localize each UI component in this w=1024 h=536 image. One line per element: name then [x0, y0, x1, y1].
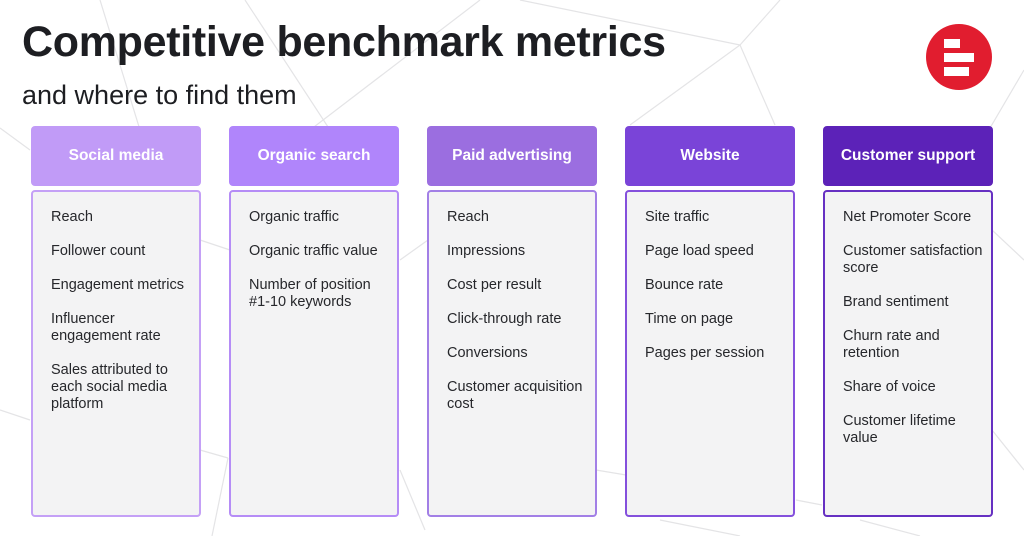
list-item: Sales attributed to each social media pl… [51, 362, 168, 412]
list-item: Bounce rate [645, 277, 724, 293]
list-item: Page load speed [645, 243, 754, 259]
list-item: Organic traffic [249, 209, 339, 225]
brand-logo-icon [926, 24, 992, 90]
list-item: Customer satisfaction score [843, 243, 983, 276]
list-item: Site traffic [645, 209, 710, 225]
list-item: Customer acquisition cost [447, 379, 583, 412]
column-body: Reach Follower count Engagement metrics … [31, 190, 201, 517]
column-header: Website [625, 126, 795, 186]
column-header: Organic search [229, 126, 399, 186]
column-organic-search: Organic search Organic traffic Organic t… [229, 126, 399, 517]
list-item: Organic traffic value [249, 243, 378, 259]
list-item: Reach [51, 209, 93, 225]
list-item: Brand sentiment [843, 294, 949, 310]
column-body: Net Promoter Score Customer satisfaction… [823, 190, 993, 517]
page-title: Competitive benchmark metrics [22, 18, 666, 66]
list-item: Conversions [447, 345, 528, 361]
list-item: Cost per result [447, 277, 542, 293]
list-item: Follower count [51, 243, 146, 259]
page-subtitle: and where to find them [22, 80, 297, 110]
list-item: Net Promoter Score [843, 209, 972, 225]
list-item: Number of position #1-10 keywords [249, 277, 371, 310]
column-body: Reach Impressions Cost per result Click-… [427, 190, 597, 517]
list-item: Click-through rate [447, 311, 562, 327]
list-item: Impressions [447, 243, 526, 259]
list-item: Engagement metrics [51, 277, 184, 293]
column-customer-support: Customer support Net Promoter Score Cust… [823, 126, 993, 517]
list-item: Pages per session [645, 345, 765, 361]
column-social-media: Social media Reach Follower count Engage… [31, 126, 201, 517]
metric-columns: Social media Reach Follower count Engage… [31, 126, 993, 517]
column-body: Organic traffic Organic traffic value Nu… [229, 190, 399, 517]
column-body: Site traffic Page load speed Bounce rate… [625, 190, 795, 517]
list-item: Customer lifetime value [843, 413, 956, 446]
column-header: Paid advertising [427, 126, 597, 186]
column-header: Customer support [823, 126, 993, 186]
list-item: Influencer engagement rate [51, 311, 161, 344]
list-item: Time on page [645, 311, 734, 327]
list-item: Share of voice [843, 379, 936, 395]
list-item: Churn rate and retention [843, 328, 940, 361]
column-paid-advertising: Paid advertising Reach Impressions Cost … [427, 126, 597, 517]
column-website: Website Site traffic Page load speed Bou… [625, 126, 795, 517]
list-item: Reach [447, 209, 489, 225]
column-header: Social media [31, 126, 201, 186]
